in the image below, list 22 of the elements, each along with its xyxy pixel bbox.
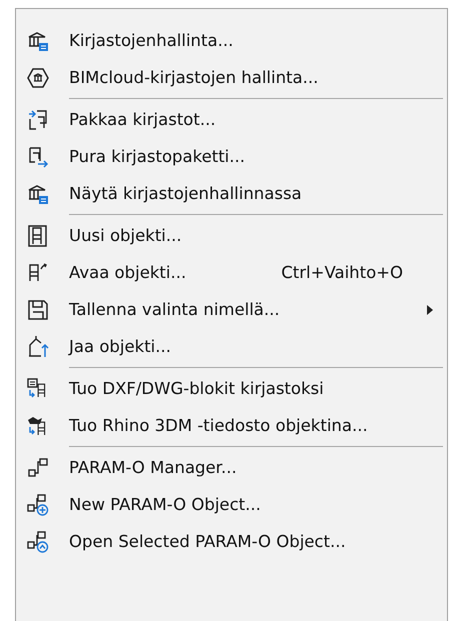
shortcut-text: Ctrl+Vaihto+O <box>281 263 403 282</box>
menu-item[interactable]: Tuo Rhino 3DM -tiedosto objektina... <box>16 407 447 444</box>
open-node-graph-icon <box>26 530 50 554</box>
menu-item[interactable]: Tallenna valinta nimellä... <box>16 291 447 328</box>
cloud-library-icon <box>26 66 50 90</box>
save-icon <box>26 298 50 322</box>
menu-item[interactable]: Näytä kirjastojenhallinnassa <box>16 175 447 212</box>
menu-item[interactable]: PARAM-O Manager... <box>16 449 447 486</box>
menu-item[interactable]: Pakkaa kirjastot... <box>16 101 447 138</box>
menu-item[interactable]: Pura kirjastopaketti... <box>16 138 447 175</box>
node-graph-icon <box>26 456 50 480</box>
share-object-icon <box>26 334 50 358</box>
menu-item[interactable]: Open Selected PARAM-O Object... <box>16 523 447 560</box>
menu-item[interactable]: Uusi objekti... <box>16 217 447 254</box>
menu-item[interactable]: BIMcloud-kirjastojen hallinta... <box>16 59 447 96</box>
menu-item[interactable]: New PARAM-O Object... <box>16 486 447 523</box>
new-object-icon <box>26 224 50 248</box>
menu-item[interactable]: Tuo DXF/DWG-blokit kirjastoksi <box>16 370 447 407</box>
menu-item[interactable]: Kirjastojenhallinta... <box>16 22 447 59</box>
menu-item[interactable]: Avaa objekti... Ctrl+Vaihto+O <box>16 254 447 291</box>
menu-item[interactable]: Jaa objekti... <box>16 328 447 365</box>
new-node-graph-icon <box>26 492 50 516</box>
